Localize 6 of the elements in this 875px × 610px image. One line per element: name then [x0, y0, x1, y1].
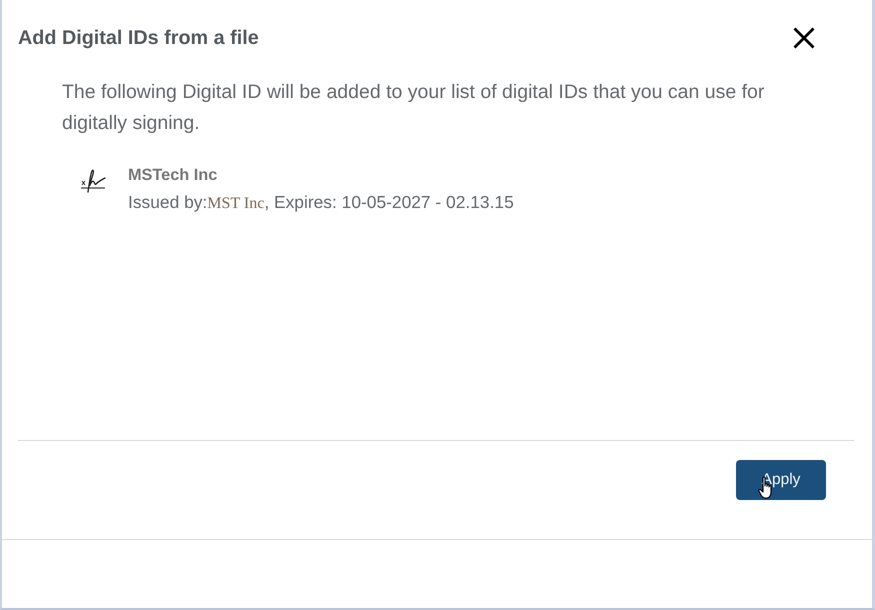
dialog-title: Add Digital IDs from a file	[18, 26, 259, 50]
signature-icon	[80, 168, 106, 193]
dialog-message: The following Digital ID will be added to your list of digital IDs that you can use for digitally signing.	[62, 80, 766, 136]
close-icon[interactable]	[793, 27, 815, 49]
digital-id-name: MSTech Inc	[128, 165, 218, 185]
digital-id-details: Issued by:MST Inc, Expires: 10-05-2027 - 02.13.15	[128, 191, 514, 214]
